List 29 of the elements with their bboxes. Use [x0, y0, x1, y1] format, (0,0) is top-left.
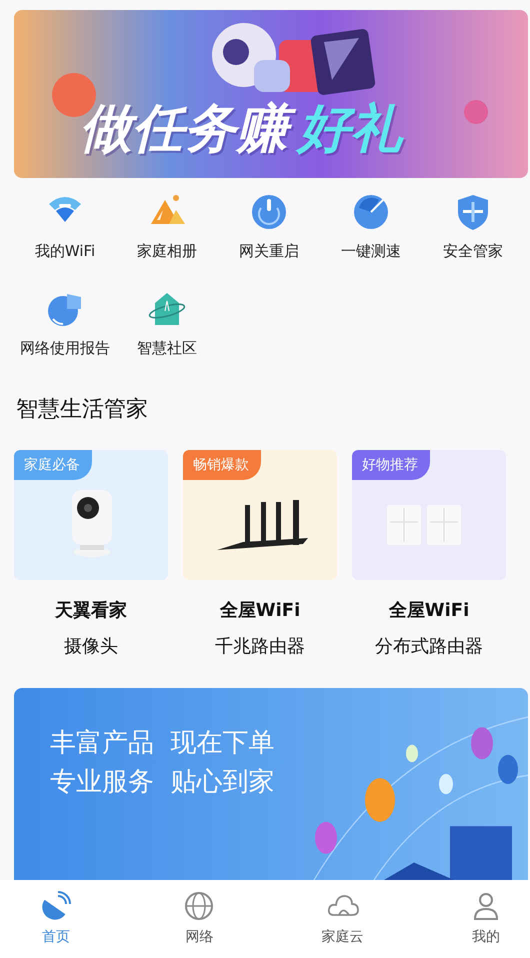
- product-subtitle[interactable]: 千兆路由器: [215, 634, 305, 658]
- feature-label[interactable]: 智慧社区: [137, 339, 197, 358]
- feature-label[interactable]: 网关重启: [239, 242, 299, 261]
- globe-icon: [183, 890, 216, 922]
- product-subtitle[interactable]: 分布式路由器: [375, 634, 483, 658]
- tab[interactable]: 家庭云: [312, 880, 373, 958]
- product-name[interactable]: 天翼看家: [55, 598, 127, 622]
- product-name[interactable]: 全屋WiFi: [388, 598, 470, 622]
- product-name[interactable]: 全屋WiFi: [220, 598, 300, 622]
- promo-text: 专业服务 贴心到家: [50, 767, 275, 798]
- product-tag: 畅销爆款: [183, 450, 261, 480]
- section-title: 智慧生活管家: [16, 397, 148, 422]
- tab[interactable]: 网络: [169, 880, 230, 958]
- feature-label[interactable]: 安全管家: [443, 242, 503, 261]
- product-tag: 家庭必备: [14, 450, 92, 480]
- product-subtitle[interactable]: 摄像头: [64, 634, 118, 658]
- promo-text: 丰富产品 现在下单: [50, 728, 275, 760]
- feature-label[interactable]: 家庭相册: [137, 242, 197, 261]
- speedometer-icon[interactable]: [351, 192, 391, 232]
- feature-label[interactable]: 一键测速: [341, 242, 401, 261]
- feature-label[interactable]: 网络使用报告: [20, 339, 110, 358]
- banner-title: 做任务赚: [80, 98, 298, 160]
- power-icon[interactable]: [249, 192, 289, 232]
- banner-title-highlight: 好礼: [298, 98, 412, 160]
- tab[interactable]: 我的: [456, 880, 516, 958]
- product-tag: 好物推荐: [352, 450, 430, 480]
- feature-label[interactable]: 我的WiFi: [34, 242, 96, 261]
- satellite-dish-icon: [40, 890, 72, 922]
- tab[interactable]: 首页: [26, 880, 86, 958]
